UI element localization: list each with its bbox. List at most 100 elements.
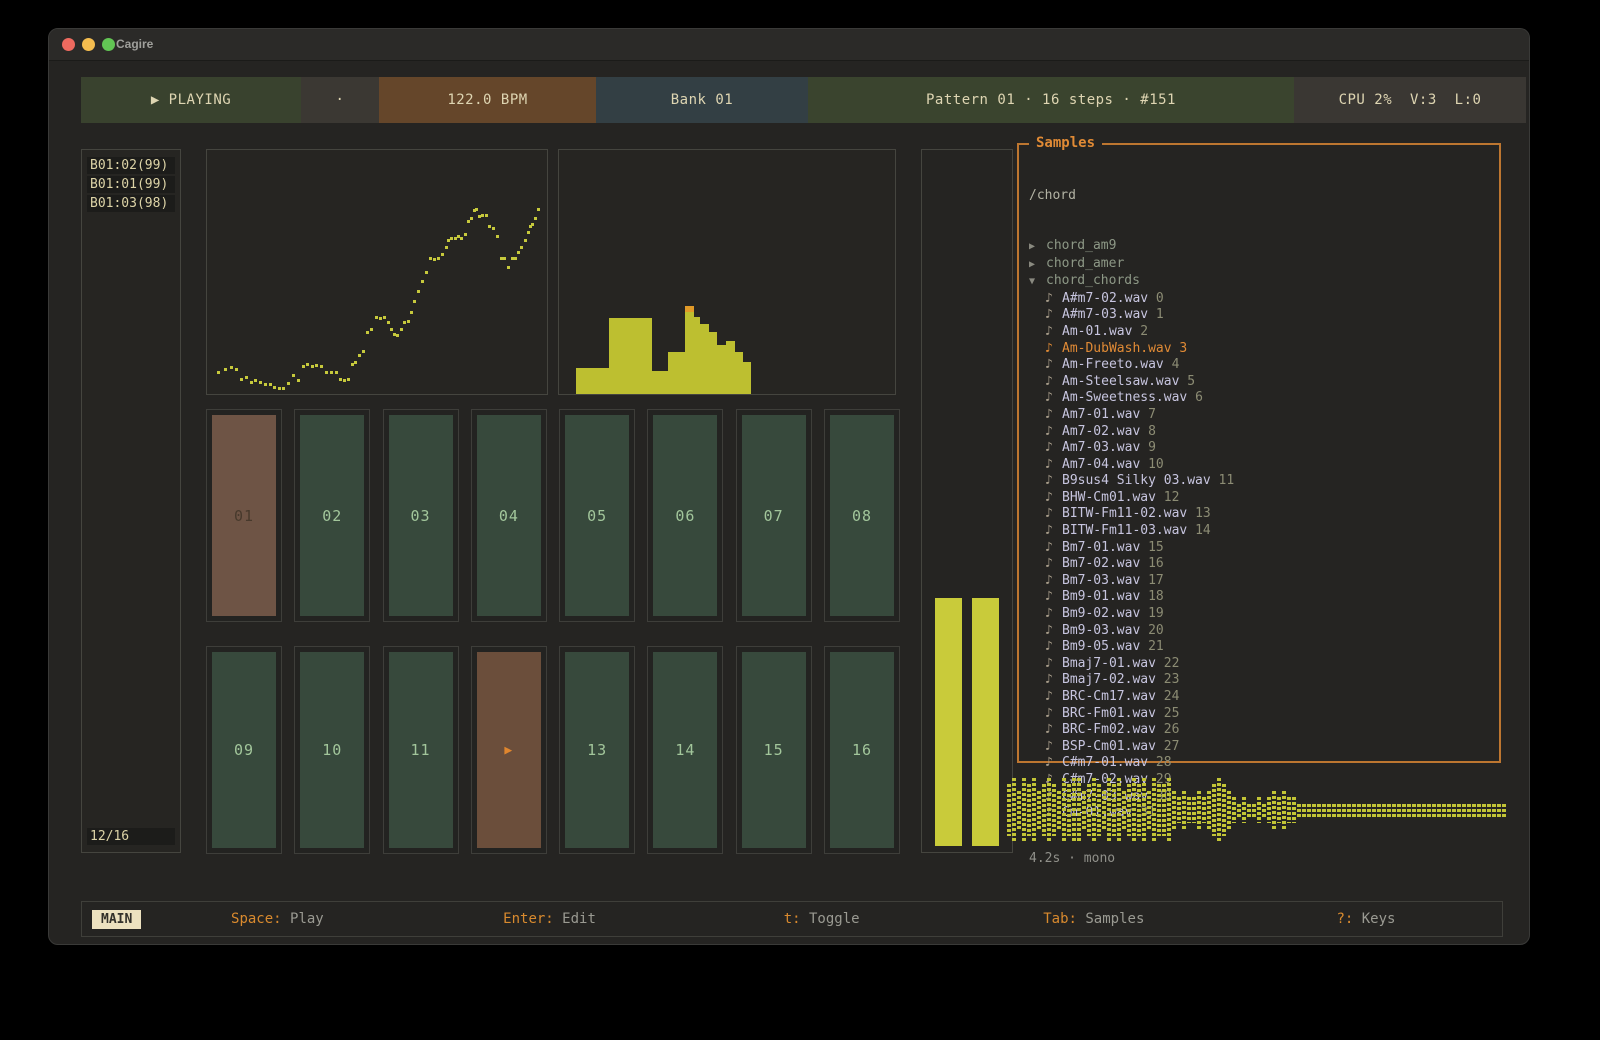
waveform-column xyxy=(1472,804,1476,817)
waveform-column xyxy=(1057,791,1061,830)
sample-file-item[interactable]: ♪BRC-Cm17.wav 24 xyxy=(1029,689,1499,706)
sample-file-item[interactable]: ♪BRC-Fm01.wav 25 xyxy=(1029,706,1499,723)
waveform-column xyxy=(1237,804,1241,817)
sample-file-item[interactable]: ♪Am7-01.wav 7 xyxy=(1029,407,1499,424)
pad-12[interactable]: ▶ xyxy=(471,646,547,854)
sample-file-item[interactable]: ♪Bm9-02.wav 19 xyxy=(1029,606,1499,623)
sample-file-item[interactable]: ♪Am7-02.wav 8 xyxy=(1029,424,1499,441)
pad-15[interactable]: 15 xyxy=(736,646,812,854)
folder-item[interactable]: ▶chord_am9 xyxy=(1029,238,1499,256)
sample-file-index: 20 xyxy=(1148,623,1164,638)
music-note-icon: ♪ xyxy=(1045,739,1062,756)
waveform-column xyxy=(1242,797,1246,823)
pad-09[interactable]: 09 xyxy=(206,646,282,854)
pad-04[interactable]: 04 xyxy=(471,409,547,622)
pad-14[interactable]: 14 xyxy=(647,646,723,854)
sample-file-item[interactable]: ♪A#m7-02.wav 0 xyxy=(1029,291,1499,308)
scatter-dot xyxy=(400,328,403,331)
scatter-dot xyxy=(358,354,361,357)
scatter-dot xyxy=(464,233,467,236)
waveform-column xyxy=(1362,804,1366,817)
scatter-dot xyxy=(417,290,420,293)
vu-meter-bar xyxy=(972,598,999,846)
sample-file-item[interactable]: ♪BHW-Cm01.wav 12 xyxy=(1029,490,1499,507)
sample-file-item[interactable]: ♪BITW-Fm11-02.wav 13 xyxy=(1029,506,1499,523)
histogram-bar xyxy=(576,368,609,394)
chevron-right-icon: ▶ xyxy=(1029,239,1046,256)
pad-02[interactable]: 02 xyxy=(294,409,370,622)
pad-06[interactable]: 06 xyxy=(647,409,723,622)
waveform-column xyxy=(1072,778,1076,843)
pad-07[interactable]: 07 xyxy=(736,409,812,622)
waveform-column xyxy=(1432,804,1436,817)
scatter-dot xyxy=(306,363,309,366)
scatter-dot xyxy=(264,383,267,386)
pattern-position: 12/16 xyxy=(87,828,175,845)
sample-file-item[interactable]: ♪B9sus4 Silky 03.wav 11 xyxy=(1029,473,1499,490)
minimize-window-button[interactable] xyxy=(82,38,95,51)
waveform-column xyxy=(1222,784,1226,836)
waveform-column xyxy=(1247,804,1251,817)
sample-file-item[interactable]: ♪Am-01.wav 2 xyxy=(1029,324,1499,341)
sample-file-item[interactable]: ♪Am-Sweetness.wav 6 xyxy=(1029,390,1499,407)
pad-08[interactable]: 08 xyxy=(824,409,900,622)
waveform-column xyxy=(1387,804,1391,817)
pad-10[interactable]: 10 xyxy=(294,646,370,854)
sample-file-item[interactable]: ♪Bm9-03.wav 20 xyxy=(1029,623,1499,640)
folder-item[interactable]: ▶chord_amer xyxy=(1029,256,1499,274)
sample-file-item[interactable]: ♪Bm9-05.wav 21 xyxy=(1029,639,1499,656)
scatter-dot xyxy=(339,378,342,381)
folder-name: chord_amer xyxy=(1046,256,1124,271)
sample-file-index: 2 xyxy=(1140,324,1148,339)
voice-entry: B01:02(99) xyxy=(87,157,175,174)
waveform-column xyxy=(1227,791,1231,830)
sample-file-item[interactable]: ♪Bm9-01.wav 18 xyxy=(1029,589,1499,606)
sample-file-item[interactable]: ♪C#m7-01.wav 28 xyxy=(1029,755,1499,772)
zoom-window-button[interactable] xyxy=(102,38,115,51)
sample-file-item[interactable]: ♪Am-Steelsaw.wav 5 xyxy=(1029,374,1499,391)
sample-file-name: Am-Sweetness.wav xyxy=(1062,390,1195,405)
sample-file-item[interactable]: ♪A#m7-03.wav 1 xyxy=(1029,307,1499,324)
waveform-column xyxy=(1092,778,1096,843)
sample-file-name: Am7-02.wav xyxy=(1062,424,1148,439)
waveform-column xyxy=(1027,784,1031,836)
pad-16[interactable]: 16 xyxy=(824,646,900,854)
sample-file-item[interactable]: ♪Am-DubWash.wav 3 xyxy=(1029,341,1499,358)
folder-item[interactable]: ▼chord_chords xyxy=(1029,273,1499,291)
sample-file-item[interactable]: ♪Am-Freeto.wav 4 xyxy=(1029,357,1499,374)
scatter-dot xyxy=(524,239,527,242)
close-window-button[interactable] xyxy=(62,38,75,51)
pad-13[interactable]: 13 xyxy=(559,646,635,854)
pad-11[interactable]: 11 xyxy=(383,646,459,854)
sample-file-item[interactable]: ♪Am7-04.wav 10 xyxy=(1029,457,1499,474)
scatter-dot xyxy=(230,366,233,369)
sample-file-item[interactable]: ♪Bm7-02.wav 16 xyxy=(1029,556,1499,573)
histogram-bar xyxy=(668,352,685,394)
waveform-column xyxy=(1297,804,1301,817)
scatter-dot xyxy=(460,237,463,240)
key-hint: Tab: Samples xyxy=(958,911,1230,927)
waveform-column xyxy=(1462,804,1466,817)
histogram-bar xyxy=(726,341,735,394)
waveform-column xyxy=(1007,784,1011,836)
pad-label: 06 xyxy=(653,415,717,616)
sample-file-item[interactable]: ♪Am7-03.wav 9 xyxy=(1029,440,1499,457)
histogram-bar xyxy=(685,306,694,394)
sample-file-item[interactable]: ♪Bmaj7-01.wav 22 xyxy=(1029,656,1499,673)
waveform-column xyxy=(1492,804,1496,817)
key-name: Tab: xyxy=(1043,911,1077,927)
pad-03[interactable]: 03 xyxy=(383,409,459,622)
sample-file-item[interactable]: ♪Bm7-03.wav 17 xyxy=(1029,573,1499,590)
pad-01[interactable]: 01 xyxy=(206,409,282,622)
sample-file-item[interactable]: ♪Bm7-01.wav 15 xyxy=(1029,540,1499,557)
sample-file-item[interactable]: ♪BSP-Cm01.wav 27 xyxy=(1029,739,1499,756)
sample-file-item[interactable]: ♪Bmaj7-02.wav 23 xyxy=(1029,672,1499,689)
sample-file-item[interactable]: ♪BRC-Fm02.wav 26 xyxy=(1029,722,1499,739)
waveform-column xyxy=(1012,778,1016,843)
pad-05[interactable]: 05 xyxy=(559,409,635,622)
waveform-column xyxy=(1377,804,1381,817)
waveform-column xyxy=(1177,797,1181,823)
sample-file-item[interactable]: ♪BITW-Fm11-03.wav 14 xyxy=(1029,523,1499,540)
key-name: t: xyxy=(784,911,801,927)
voice-entry: B01:01(99) xyxy=(87,176,175,193)
